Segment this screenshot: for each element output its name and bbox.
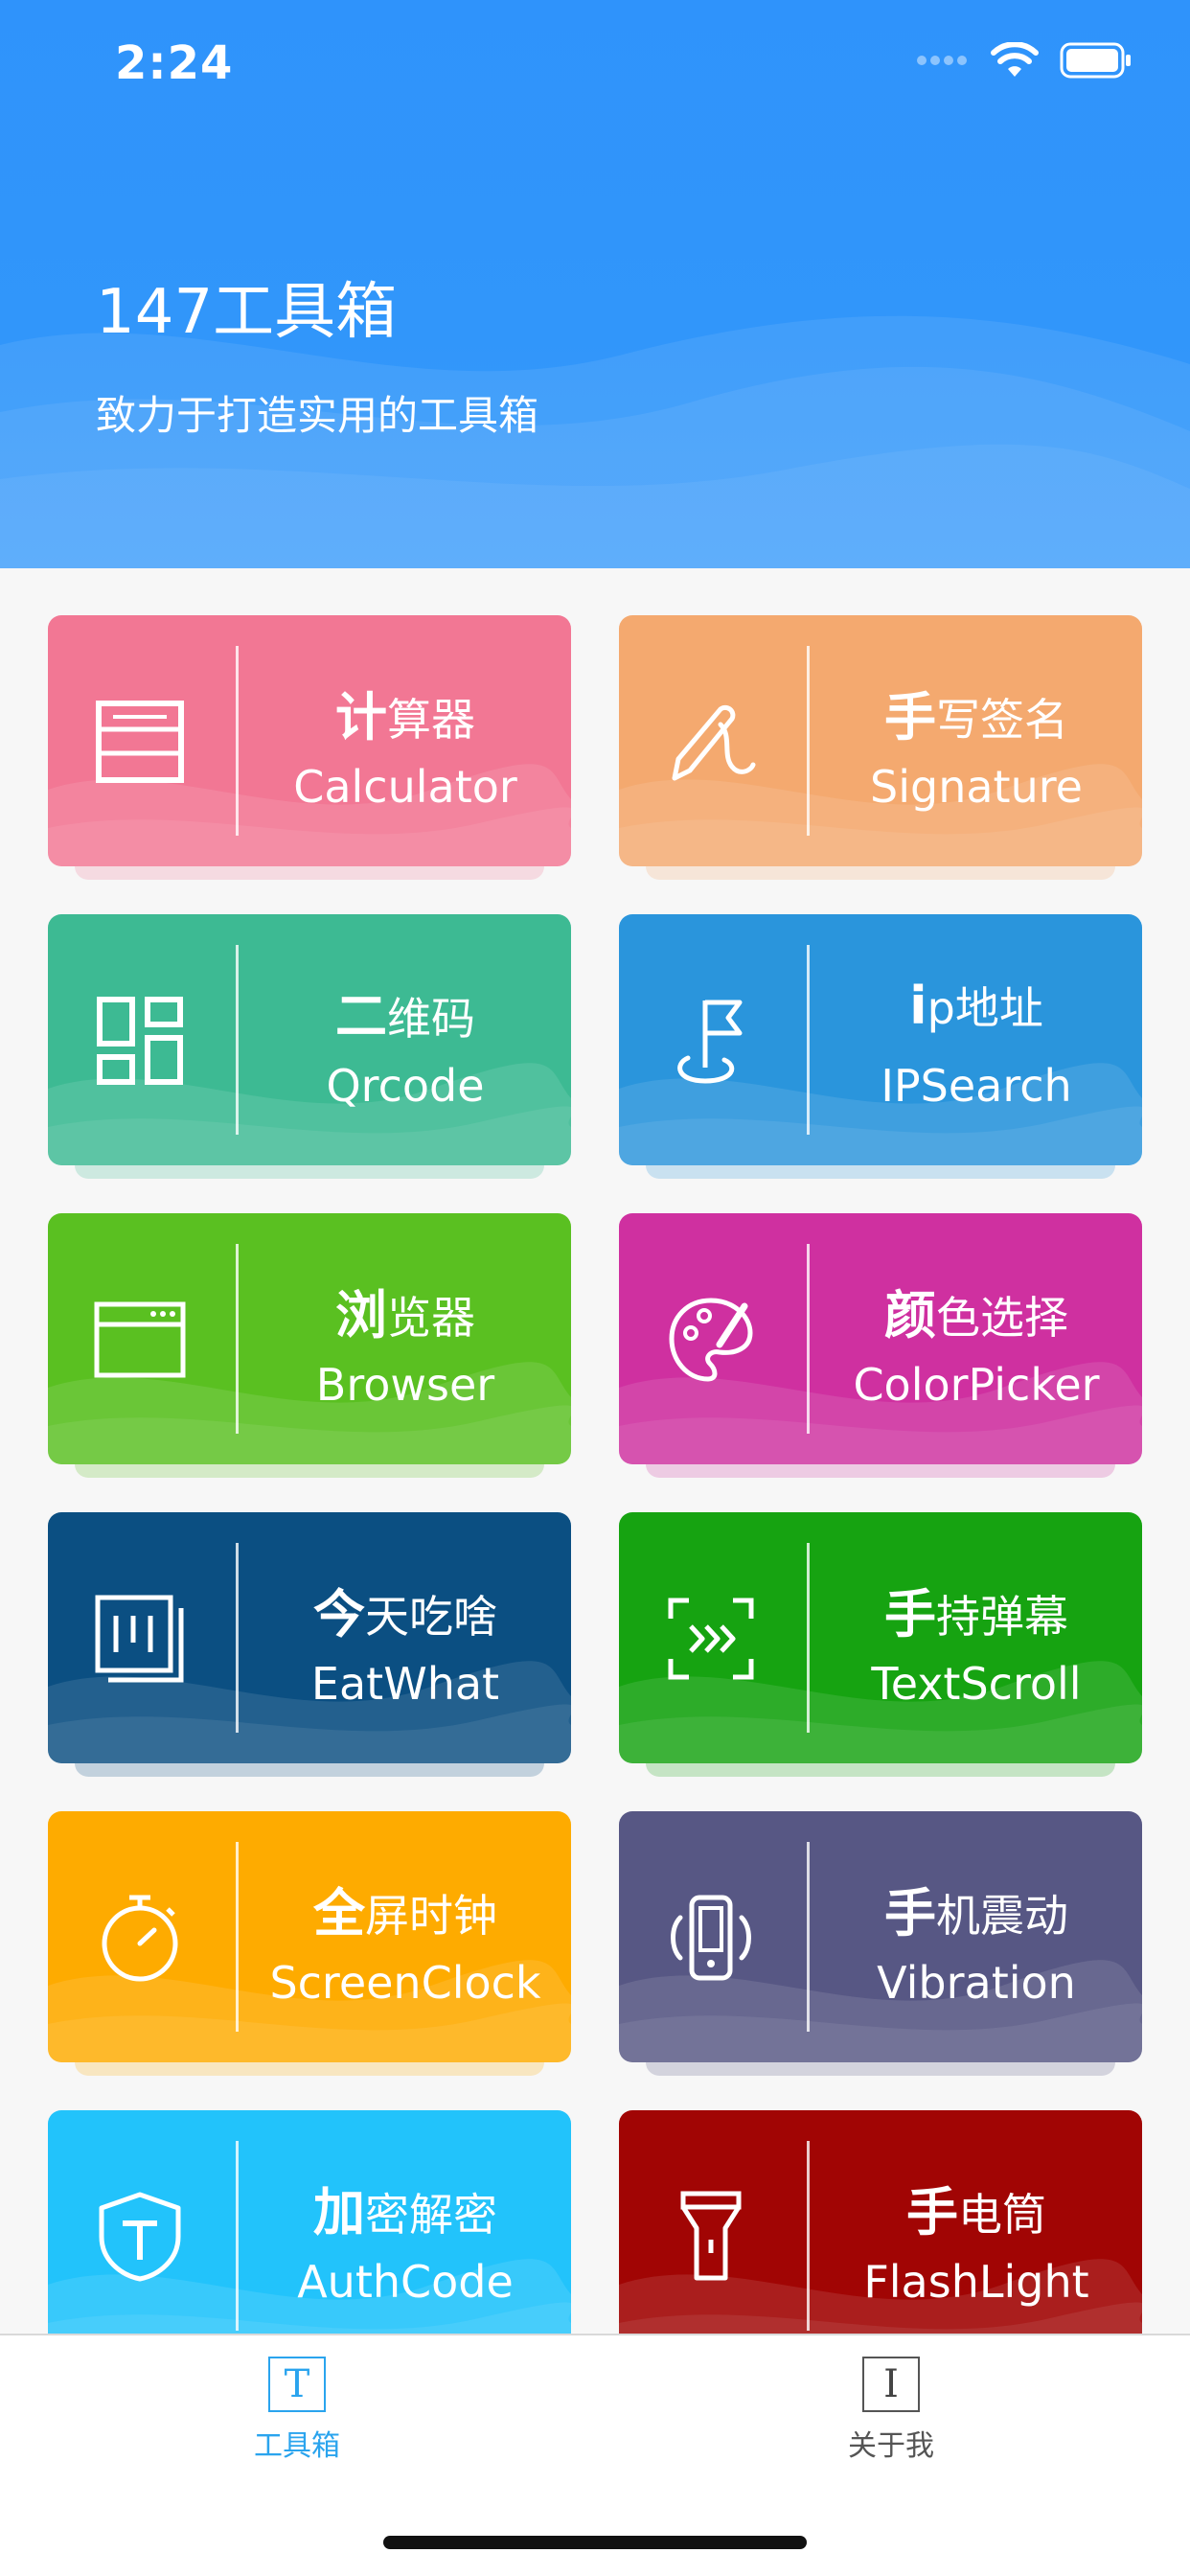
tool-card-screenclock[interactable]: 全屏时钟 ScreenClock <box>48 1811 571 2076</box>
tab-toolbox[interactable]: T 工具箱 <box>153 2357 441 2464</box>
card-divider <box>236 2141 239 2331</box>
toolbox-tab-icon: T <box>268 2357 326 2412</box>
tool-name-cn: 手机震动 <box>884 1883 1068 1944</box>
tool-card-qrcode[interactable]: 二维码 Qrcode <box>48 914 571 1179</box>
shield-icon <box>90 2187 190 2287</box>
tool-name-cn: 计算器 <box>335 687 475 748</box>
card-divider <box>236 1244 239 1434</box>
tab-about[interactable]: I 关于我 <box>747 2357 1035 2464</box>
vibration-icon <box>661 1888 761 1988</box>
tool-name-cn: 加密解密 <box>313 2182 497 2242</box>
card-divider <box>236 1543 239 1733</box>
card-divider <box>807 945 810 1135</box>
card-divider <box>236 646 239 836</box>
tool-name-en: Vibration <box>877 1957 1076 2009</box>
tool-card-flashlight[interactable]: 手电筒 FlashLight <box>619 2110 1142 2334</box>
tool-card-vibration[interactable]: 手机震动 Vibration <box>619 1811 1142 2076</box>
stopwatch-icon <box>90 1888 190 1988</box>
card-divider <box>807 1842 810 2032</box>
tool-name-en: ColorPicker <box>853 1359 1100 1411</box>
tool-name-cn: 今天吃啥 <box>313 1584 497 1644</box>
tool-name-en: AuthCode <box>297 2256 514 2308</box>
tool-card-eatwhat[interactable]: 今天吃啥 EatWhat <box>48 1512 571 1777</box>
tool-name-en: Browser <box>315 1359 495 1411</box>
tool-name-en: Calculator <box>293 761 517 813</box>
tool-card-textscroll[interactable]: 手持弹幕 TextScroll <box>619 1512 1142 1777</box>
tool-name-cn: 浏览器 <box>335 1285 475 1346</box>
tool-name-cn: 全屏时钟 <box>313 1883 497 1944</box>
about-tab-icon: I <box>862 2357 920 2412</box>
card-divider <box>236 1842 239 2032</box>
tab-label: 关于我 <box>848 2429 934 2463</box>
pen-icon <box>661 692 761 792</box>
card-divider <box>807 646 810 836</box>
tool-name-en: Signature <box>870 761 1083 813</box>
signal-icon <box>917 56 967 65</box>
tool-card-signature[interactable]: 手写签名 Signature <box>619 615 1142 880</box>
header-banner: 2:24 147工具箱 致力于打造实用的工具箱 <box>0 0 1190 568</box>
cards-icon <box>90 1589 190 1689</box>
flag-pin-icon <box>661 991 761 1091</box>
scroll-text-icon <box>661 1589 761 1689</box>
tool-name-cn: 手电筒 <box>906 2182 1046 2242</box>
flashlight-icon <box>661 2187 761 2287</box>
tool-name-cn: 二维码 <box>335 986 475 1046</box>
tool-card-browser[interactable]: 浏览器 Browser <box>48 1213 571 1478</box>
palette-icon <box>661 1290 761 1390</box>
tool-name-en: TextScroll <box>871 1658 1082 1710</box>
status-bar: 2:24 <box>0 0 1190 129</box>
tool-grid: 计算器 Calculator 手写签名 Signature 二维码 Qrcode <box>0 568 1190 2334</box>
tool-name-en: FlashLight <box>863 2256 1089 2308</box>
page-title: 147工具箱 <box>96 277 398 348</box>
tab-label: 工具箱 <box>254 2429 340 2463</box>
tool-card-ipsearch[interactable]: ip地址 IPSearch <box>619 914 1142 1179</box>
card-divider <box>236 945 239 1135</box>
calculator-icon <box>90 692 190 792</box>
tool-card-calculator[interactable]: 计算器 Calculator <box>48 615 571 880</box>
wifi-icon <box>991 42 1039 77</box>
card-divider <box>807 1543 810 1733</box>
card-divider <box>807 1244 810 1434</box>
tool-name-en: EatWhat <box>310 1658 500 1710</box>
tool-card-colorpicker[interactable]: 颜色选择 ColorPicker <box>619 1213 1142 1478</box>
tool-name-cn: 手写签名 <box>884 687 1068 748</box>
tool-name-en: ScreenClock <box>269 1957 541 2009</box>
tool-name-cn: ip地址 <box>909 976 1043 1036</box>
tool-name-cn: 手持弹幕 <box>884 1584 1068 1644</box>
battery-icon <box>1060 42 1131 79</box>
qrcode-icon <box>90 991 190 1091</box>
page-subtitle: 致力于打造实用的工具箱 <box>96 392 539 439</box>
tool-card-authcode[interactable]: 加密解密 AuthCode <box>48 2110 571 2334</box>
status-icons <box>916 42 1133 79</box>
tool-name-en: Qrcode <box>326 1060 485 1112</box>
browser-icon <box>90 1290 190 1390</box>
tool-name-cn: 颜色选择 <box>884 1285 1068 1346</box>
card-divider <box>807 2141 810 2331</box>
tool-name-en: IPSearch <box>881 1060 1072 1112</box>
home-indicator[interactable] <box>383 2536 807 2549</box>
status-time: 2:24 <box>115 36 234 90</box>
